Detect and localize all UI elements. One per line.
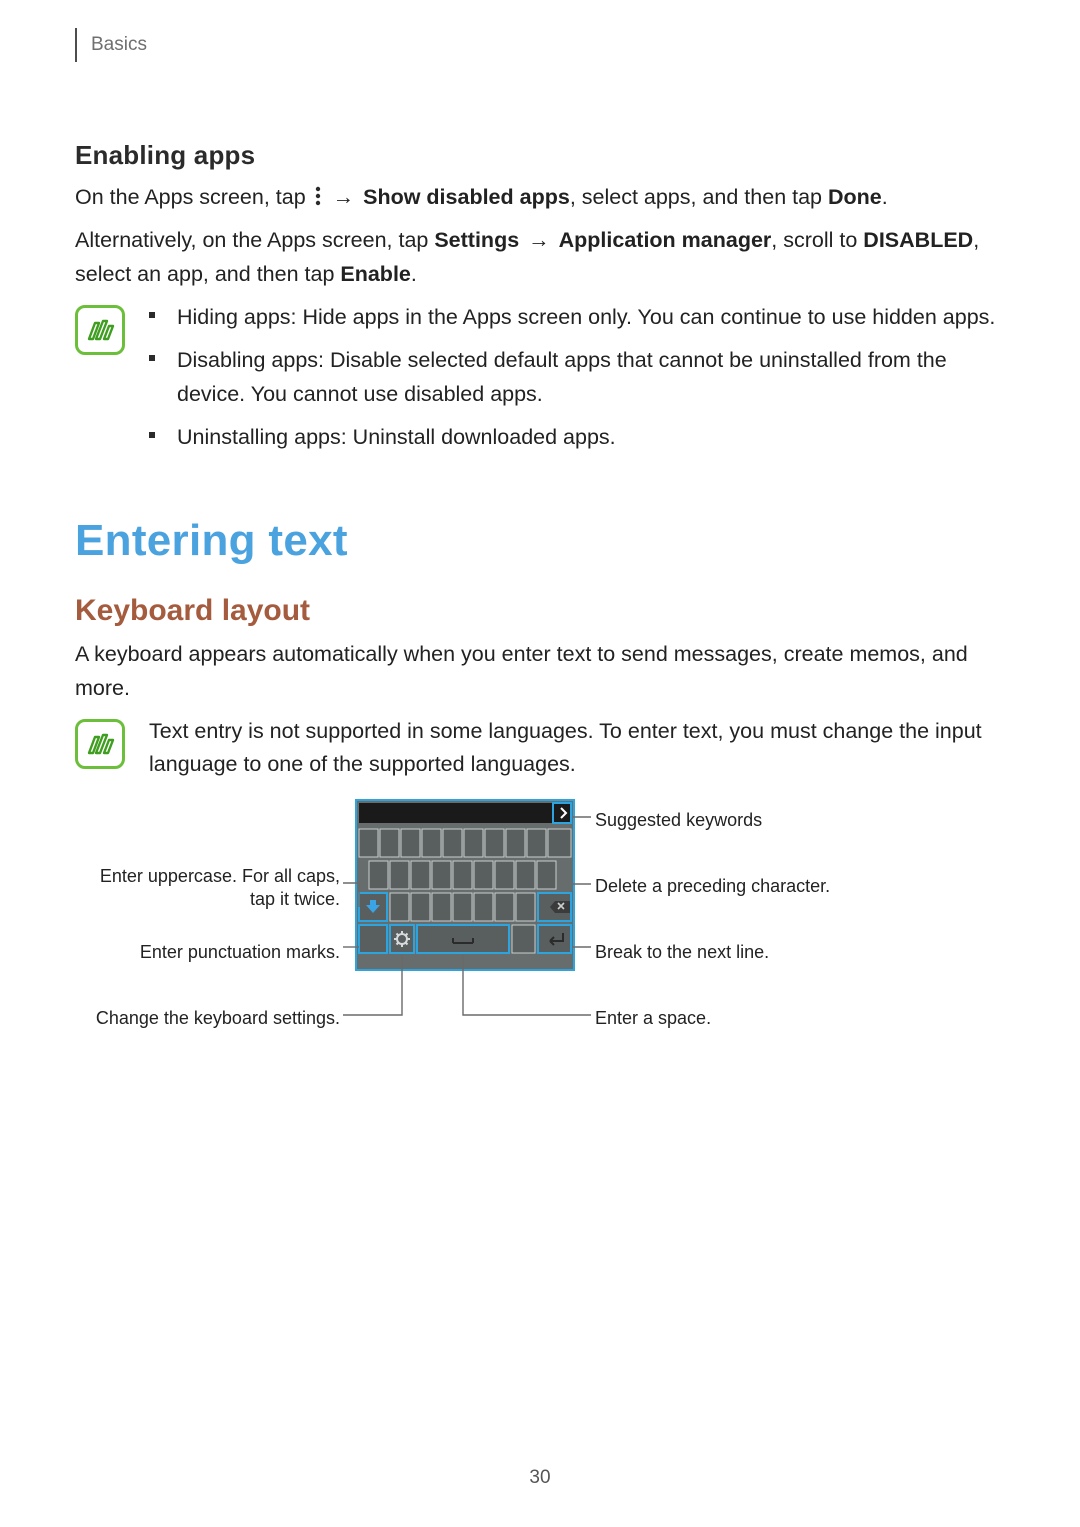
note-icon	[75, 719, 125, 769]
note-block: Text entry is not supported in some lang…	[75, 715, 1005, 782]
enabling-apps-line-1: On the Apps screen, tap → Show disabled …	[75, 181, 1005, 216]
text-bold: Settings	[434, 228, 519, 252]
callout-settings: Change the keyboard settings.	[75, 1007, 340, 1030]
entering-text-heading: Entering text	[75, 516, 1005, 566]
list-item: Hiding apps: Hide apps in the Apps scree…	[149, 301, 1005, 334]
text: .	[411, 262, 417, 286]
running-header: Basics	[75, 28, 1005, 62]
callout-linebreak: Break to the next line.	[595, 941, 769, 964]
callout-punctuation: Enter punctuation marks.	[75, 941, 340, 964]
note-text: Text entry is not supported in some lang…	[149, 715, 1005, 782]
list-item: Disabling apps: Disable selected default…	[149, 344, 1005, 411]
callout-space: Enter a space.	[595, 1007, 711, 1030]
arrow-icon: →	[528, 228, 550, 252]
text: On the Apps screen, tap	[75, 185, 312, 209]
list-item: Uninstalling apps: Uninstall downloaded …	[149, 421, 1005, 454]
header-rule	[75, 28, 77, 62]
text: , scroll to	[771, 228, 863, 252]
note-bullets: Hiding apps: Hide apps in the Apps scree…	[149, 301, 1005, 464]
keyboard-diagram: Suggested keywords Delete a preceding ch…	[75, 799, 1005, 1039]
callout-suggested: Suggested keywords	[595, 809, 762, 832]
keyboard-layout-heading: Keyboard layout	[75, 594, 1005, 628]
enabling-apps-line-2: Alternatively, on the Apps screen, tap S…	[75, 224, 1005, 291]
arrow-icon: →	[333, 185, 355, 209]
keyboard-layout-intro: A keyboard appears automatically when yo…	[75, 638, 1005, 705]
callout-delete: Delete a preceding character.	[595, 875, 830, 898]
text-bold: Enable	[340, 262, 411, 286]
text: , select apps, and then tap	[570, 185, 828, 209]
more-options-icon	[314, 183, 322, 216]
text-bold: Done	[828, 185, 882, 209]
page-number: 30	[0, 1467, 1080, 1489]
enabling-apps-heading: Enabling apps	[75, 140, 1005, 171]
breadcrumb: Basics	[91, 34, 147, 56]
callout-uppercase: Enter uppercase. For all caps, tap it tw…	[75, 865, 340, 910]
note-block: Hiding apps: Hide apps in the Apps scree…	[75, 301, 1005, 464]
text-bold: DISABLED	[863, 228, 973, 252]
text: .	[882, 185, 888, 209]
text: Alternatively, on the Apps screen, tap	[75, 228, 434, 252]
note-icon	[75, 305, 125, 355]
text-bold: Application manager	[559, 228, 772, 252]
keyboard-image	[355, 799, 575, 976]
text-bold: Show disabled apps	[363, 185, 570, 209]
